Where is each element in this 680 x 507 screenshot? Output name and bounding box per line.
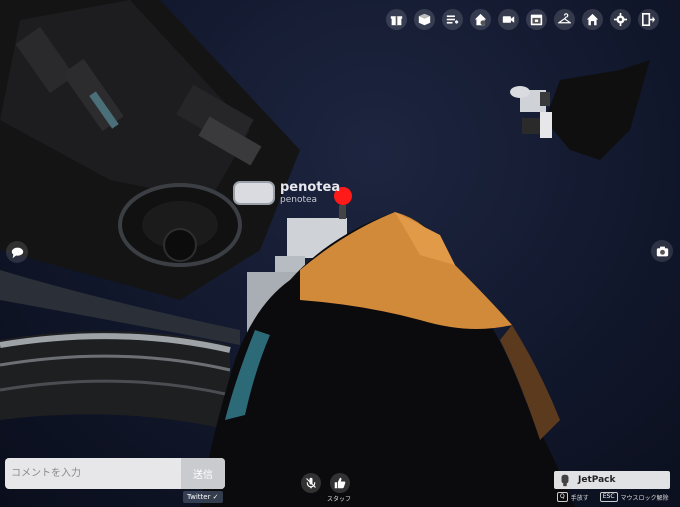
exit-icon[interactable] (638, 9, 659, 30)
mic-muted-icon[interactable] (301, 473, 321, 493)
key-hints: Q 手放す ESC マウスロック解除 (557, 492, 669, 502)
jetpack-icon (561, 474, 569, 487)
home-icon[interactable] (582, 9, 603, 30)
esc-key: ESC (599, 492, 618, 502)
curved-pipe (0, 270, 240, 430)
held-item-name: JetPack (578, 475, 616, 485)
staff-label: スタッフ (327, 496, 352, 503)
send-button[interactable]: 送信 (181, 458, 225, 489)
player-display-name: penotea (280, 180, 341, 195)
held-item-panel: JetPack (554, 471, 670, 489)
esc-key-label: マウスロック解除 (620, 494, 669, 502)
box-icon[interactable] (414, 9, 435, 30)
player-nameplate: penotea penotea (233, 181, 340, 205)
top-toolbar (386, 9, 659, 30)
camera-icon[interactable] (651, 240, 673, 262)
list-add-icon[interactable] (442, 9, 463, 30)
game-viewport[interactable] (0, 0, 680, 507)
calendar-icon[interactable] (526, 9, 547, 30)
camera-record-icon[interactable] (498, 9, 519, 30)
player-avatar (233, 181, 275, 205)
comment-input[interactable] (5, 458, 181, 489)
player-user-id: penotea (280, 195, 318, 205)
avatar-character (200, 212, 575, 507)
drop-key-label: 手放す (570, 494, 589, 502)
thumbs-up-icon[interactable] (330, 473, 350, 493)
drop-key: Q (557, 492, 568, 502)
space-station-structure (0, 0, 300, 300)
chat-bubble-icon[interactable] (6, 241, 28, 263)
twitter-toggle[interactable]: Twitter ✓ (183, 491, 223, 503)
gear-icon[interactable] (610, 9, 631, 30)
home-settings-icon[interactable] (470, 9, 491, 30)
floating-robot (510, 60, 650, 160)
hanger-icon[interactable] (554, 9, 575, 30)
gift-icon[interactable] (386, 9, 407, 30)
comment-box: 送信 (5, 458, 225, 489)
